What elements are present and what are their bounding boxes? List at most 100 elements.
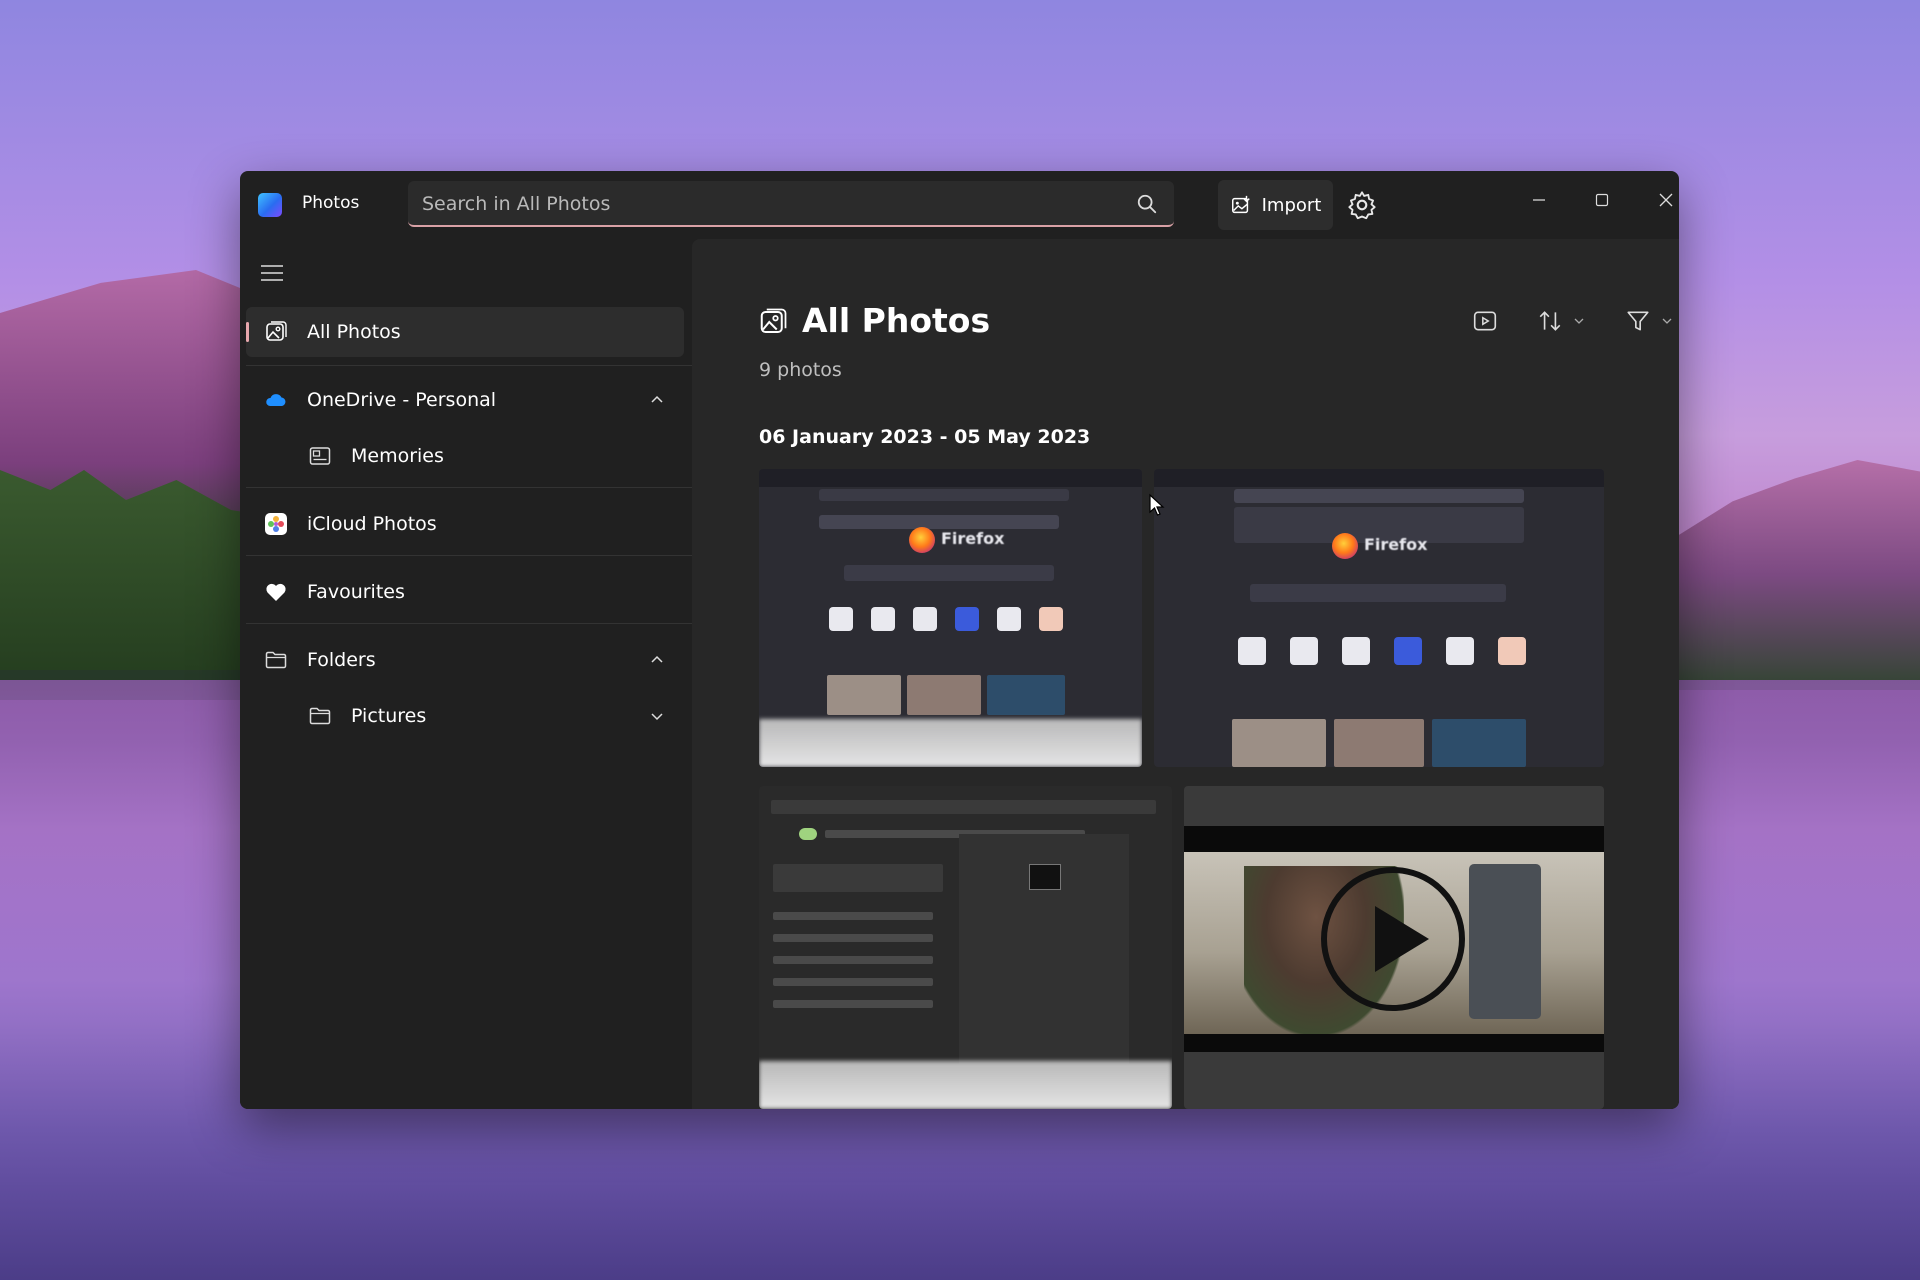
sidebar-item-icloud-photos[interactable]: iCloud Photos — [246, 499, 684, 549]
filter-button[interactable] — [1625, 305, 1673, 337]
thumb-result-row — [773, 934, 933, 942]
photo-gallery-icon — [760, 308, 787, 333]
firefox-logo-icon — [909, 527, 935, 553]
photo-thumbnail[interactable]: Firefox — [759, 469, 1142, 767]
thumb-pocket-image — [827, 675, 901, 715]
sidebar-item-pictures[interactable]: Pictures — [246, 691, 684, 741]
main-content: All Photos 9 photos 06 January 2023 - 05… — [692, 239, 1679, 1109]
date-range-heading: 06 January 2023 - 05 May 2023 — [759, 426, 1091, 448]
thumb-shortcut-tile — [1342, 637, 1370, 665]
thumb-pocket-image — [1232, 719, 1326, 767]
chevron-down-icon — [1574, 318, 1584, 324]
close-button[interactable] — [1646, 183, 1679, 217]
thumb-result-row — [773, 912, 933, 920]
thumb-phone — [1469, 864, 1541, 1019]
onedrive-icon — [266, 394, 286, 406]
thumb-search-bar — [771, 800, 1156, 814]
folder-icon — [309, 707, 331, 725]
photo-thumbnail[interactable]: Firefox — [1154, 469, 1604, 767]
minimize-button[interactable] — [1519, 183, 1559, 217]
thumb-shortcut-tile — [1039, 607, 1063, 631]
heart-icon — [266, 583, 286, 601]
minimize-icon — [1533, 199, 1545, 201]
sidebar-item-label: OneDrive - Personal — [307, 389, 497, 411]
thumb-preview-panel — [959, 834, 1129, 1064]
filter-icon — [1627, 311, 1649, 331]
sidebar-item-memories[interactable]: Memories — [246, 431, 684, 481]
close-icon — [1659, 193, 1673, 207]
photos-window: Photos Import — [240, 171, 1679, 1109]
thumb-firefox-wordmark: Firefox — [941, 529, 1005, 548]
slideshow-button[interactable] — [1472, 305, 1498, 337]
maximize-icon — [1595, 193, 1609, 207]
sidebar-item-onedrive[interactable]: OneDrive - Personal — [246, 375, 684, 425]
search-box[interactable] — [408, 181, 1174, 227]
thumb-search-field — [844, 565, 1054, 581]
sidebar-item-all-photos[interactable]: All Photos — [246, 307, 684, 357]
folder-icon — [265, 651, 287, 669]
thumb-best-match — [773, 864, 943, 892]
thumb-pocket-image — [907, 675, 981, 715]
thumb-shortcut-tile — [871, 607, 895, 631]
slideshow-icon — [1473, 311, 1497, 331]
import-button[interactable]: Import — [1218, 180, 1333, 230]
gear-icon[interactable] — [1346, 189, 1378, 221]
photos-app-icon — [258, 193, 282, 217]
chevron-up-icon[interactable] — [648, 391, 666, 409]
sidebar-item-favourites[interactable]: Favourites — [246, 567, 684, 617]
thumb-urlbar — [819, 489, 1069, 501]
memories-icon — [309, 447, 331, 465]
thumb-shortcut-tile — [1446, 637, 1474, 665]
import-label: Import — [1261, 194, 1322, 216]
icloud-photos-icon — [265, 513, 287, 535]
search-input[interactable] — [420, 181, 1114, 227]
chevron-down-icon[interactable] — [648, 707, 666, 725]
command-prompt-icon — [1029, 864, 1061, 890]
sidebar-item-label: Favourites — [307, 581, 405, 603]
maximize-button[interactable] — [1582, 183, 1622, 217]
thumb-shortcut-tile — [1290, 637, 1318, 665]
play-icon[interactable] — [1318, 864, 1468, 1014]
sidebar-item-folders[interactable]: Folders — [246, 635, 684, 685]
thumb-pocket-image — [1334, 719, 1424, 767]
thumb-search-field — [1250, 584, 1506, 602]
sidebar-item-label: iCloud Photos — [307, 513, 437, 535]
thumb-shortcut-tile — [1238, 637, 1266, 665]
sidebar-divider — [246, 487, 692, 488]
chevron-up-icon[interactable] — [648, 651, 666, 669]
thumb-letterbox-bottom — [1184, 1034, 1604, 1052]
thumb-shortcut-tile — [1394, 637, 1422, 665]
thumb-shortcut-tile — [997, 607, 1021, 631]
sidebar-divider — [246, 365, 692, 366]
mouse-cursor-icon — [1149, 493, 1165, 516]
thumb-result-row — [773, 1000, 933, 1008]
photo-thumbnail[interactable] — [759, 786, 1172, 1109]
thumb-urlbar — [1234, 489, 1524, 503]
thumb-pocket-image — [987, 675, 1065, 715]
sidebar-item-label: Folders — [307, 649, 376, 671]
search-icon[interactable] — [1136, 193, 1158, 215]
thumb-firefox-wordmark: Firefox — [1364, 535, 1428, 554]
thumb-result-row — [773, 978, 933, 986]
thumb-fade — [759, 719, 1142, 767]
sort-button[interactable] — [1537, 305, 1585, 337]
background-mountain-right — [1670, 460, 1920, 690]
thumb-filter-pill — [799, 828, 817, 840]
thumb-browser-tabbar — [1154, 469, 1604, 487]
hamburger-menu-icon[interactable] — [260, 263, 284, 283]
thumb-shortcut-tile — [913, 607, 937, 631]
photo-count: 9 photos — [759, 359, 842, 381]
sidebar: All Photos OneDrive - Personal Memories — [240, 239, 692, 1109]
thumb-shortcut-tile — [829, 607, 853, 631]
thumb-pocket-image — [1432, 719, 1526, 767]
title-bar: Photos Import — [240, 171, 1679, 239]
thumb-shortcut-tile — [955, 607, 979, 631]
import-icon — [1231, 195, 1250, 214]
sort-icon — [1539, 311, 1561, 331]
sidebar-divider — [246, 555, 692, 556]
sidebar-item-label: All Photos — [307, 321, 401, 343]
sidebar-item-label: Memories — [351, 445, 444, 467]
video-thumbnail[interactable] — [1184, 786, 1604, 1109]
thumb-shortcut-tile — [1498, 637, 1526, 665]
firefox-logo-icon — [1332, 533, 1358, 559]
